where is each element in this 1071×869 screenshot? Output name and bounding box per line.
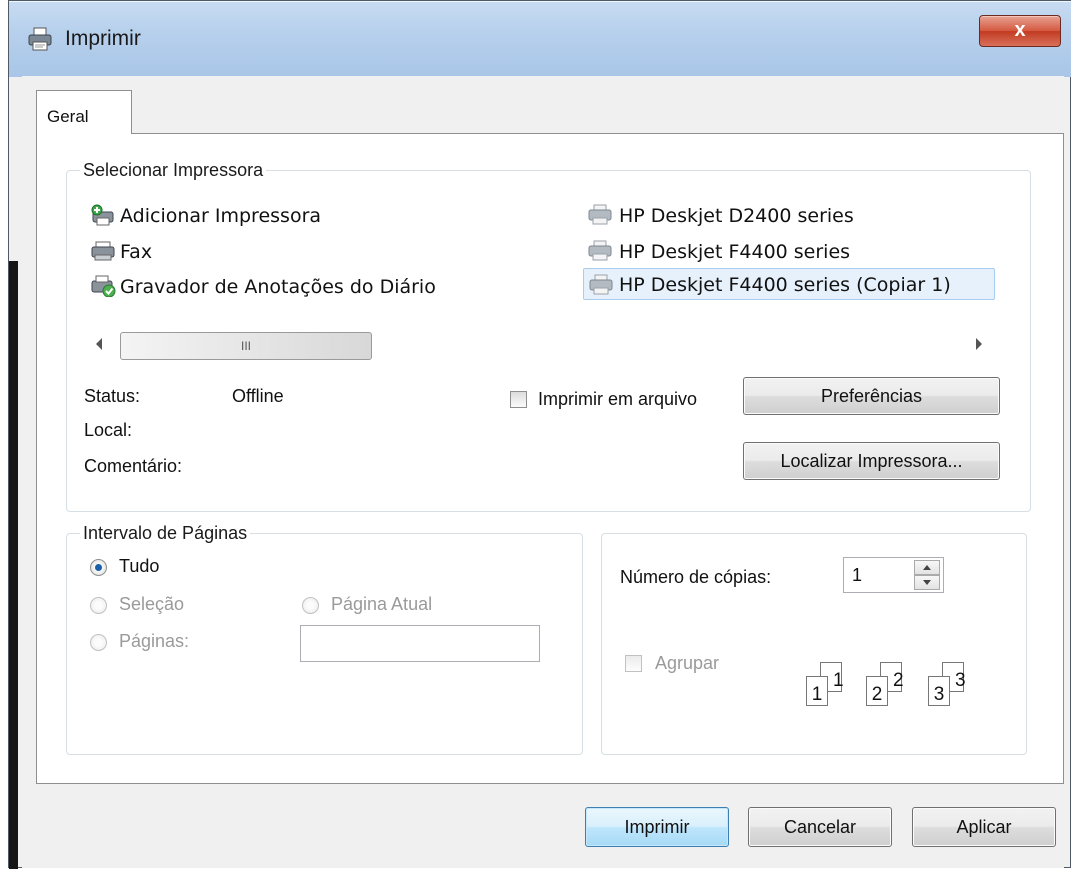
- printer-icon: [588, 240, 612, 261]
- apply-button[interactable]: Aplicar: [912, 807, 1056, 847]
- scroll-right-arrow-icon[interactable]: [976, 338, 982, 350]
- printer-name: Adicionar Impressora: [120, 205, 322, 227]
- arrow-up-icon: [923, 565, 931, 570]
- status-value: Offline: [232, 386, 284, 406]
- printer-icon: [588, 204, 612, 225]
- selection-label: Seleção: [119, 594, 185, 614]
- collate-label: Agrupar: [655, 653, 720, 673]
- print-button[interactable]: Imprimir: [585, 807, 729, 847]
- printer-group-legend: Selecionar Impressora: [80, 160, 267, 181]
- journal-writer-icon: [91, 275, 116, 297]
- page-icon: 3: [928, 676, 950, 706]
- find-printer-button[interactable]: Localizar Impressora...: [743, 442, 1000, 480]
- copies-label: Número de cópias:: [620, 567, 772, 587]
- printer-name: HP Deskjet F4400 series: [619, 241, 851, 263]
- preferences-button[interactable]: Preferências: [743, 377, 1000, 415]
- printer-item-d2400[interactable]: HP Deskjet D2400 series: [583, 202, 993, 230]
- print-to-file-checkbox[interactable]: [510, 391, 527, 408]
- printer-icon: [589, 274, 613, 295]
- copies-value: 1: [852, 565, 863, 585]
- close-icon: x: [1014, 19, 1026, 41]
- printer-item-f4400[interactable]: HP Deskjet F4400 series: [583, 238, 993, 266]
- collate-checkbox[interactable]: [625, 655, 642, 672]
- current-page-radio[interactable]: [302, 597, 319, 614]
- printer-item-f4400-copy-selected[interactable]: HP Deskjet F4400 series (Copiar 1): [583, 268, 995, 300]
- page-icon: 2: [866, 676, 888, 706]
- current-page-label: Página Atual: [331, 594, 433, 614]
- printer-name: HP Deskjet D2400 series: [619, 205, 854, 227]
- selection-radio[interactable]: [90, 597, 107, 614]
- tab-geral[interactable]: Geral: [36, 90, 132, 134]
- pages-label: Páginas:: [119, 631, 190, 651]
- printer-icon: [28, 27, 52, 51]
- print-to-file-label: Imprimir em arquivo: [538, 389, 698, 409]
- arrow-down-icon: [923, 580, 931, 585]
- page-icon: 1: [806, 676, 828, 706]
- pages-radio[interactable]: [90, 634, 107, 651]
- scroll-left-arrow-icon[interactable]: [96, 338, 102, 350]
- all-pages-label: Tudo: [119, 556, 160, 576]
- copies-down-button[interactable]: [914, 575, 940, 590]
- fax-icon: [91, 241, 115, 261]
- close-button[interactable]: x: [979, 15, 1061, 47]
- page-range-legend: Intervalo de Páginas: [80, 523, 251, 544]
- printer-name: Fax: [120, 241, 153, 263]
- status-label: Status:: [84, 386, 141, 406]
- all-pages-radio[interactable]: [90, 559, 107, 576]
- copies-input[interactable]: 1: [843, 557, 944, 593]
- printer-name: HP Deskjet F4400 series (Copiar 1): [619, 274, 951, 296]
- cancel-button[interactable]: Cancelar: [748, 807, 892, 847]
- pages-input[interactable]: [300, 625, 540, 662]
- printer-item-add[interactable]: Adicionar Impressora: [90, 202, 510, 230]
- add-printer-icon: [91, 204, 114, 226]
- local-label: Local:: [84, 420, 133, 440]
- copies-up-button[interactable]: [914, 560, 940, 575]
- window-title: Imprimir: [65, 27, 141, 50]
- scroll-thumb[interactable]: III: [120, 332, 372, 360]
- printer-item-journal[interactable]: Gravador de Anotações do Diário: [90, 273, 510, 301]
- printer-name: Gravador de Anotações do Diário: [120, 276, 436, 298]
- comment-label: Comentário:: [84, 456, 183, 476]
- printer-item-fax[interactable]: Fax: [90, 238, 510, 266]
